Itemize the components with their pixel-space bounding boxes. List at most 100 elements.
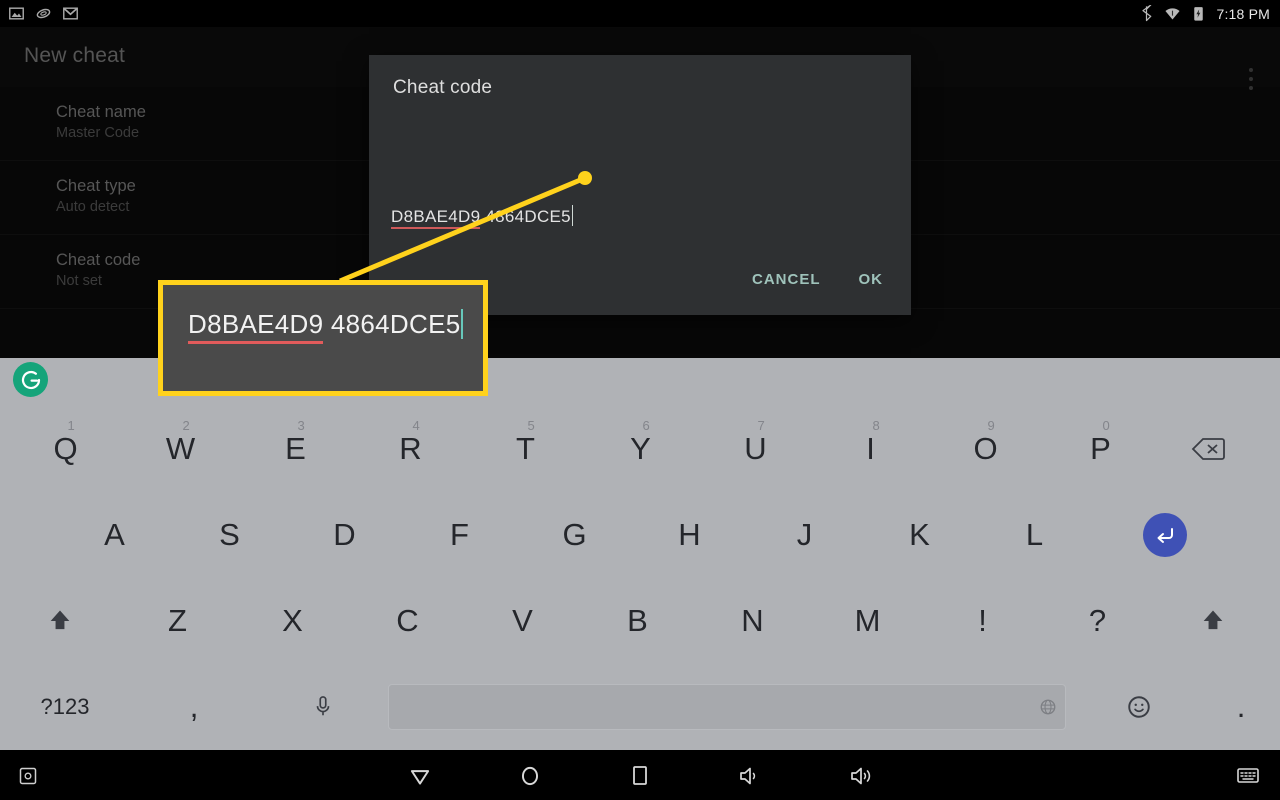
key-o[interactable]: 9O (928, 406, 1043, 492)
on-screen-keyboard: 1Q 2W 3E 4R 5T 6Y 7U 8I 9O 0P A S D F G (0, 358, 1280, 750)
emoji-icon (1127, 696, 1150, 718)
volume-up-button[interactable] (838, 752, 886, 800)
key-j[interactable]: J (747, 492, 862, 578)
key-i[interactable]: 8I (813, 406, 928, 492)
emoji-key[interactable] (1066, 664, 1211, 750)
home-button[interactable] (508, 752, 552, 800)
key-u[interactable]: 7U (698, 406, 813, 492)
key-w[interactable]: 2W (123, 406, 238, 492)
clip-icon (36, 8, 51, 19)
photo-icon (9, 7, 24, 20)
volume-down-icon (740, 767, 756, 785)
key-r[interactable]: 4R (353, 406, 468, 492)
key-z[interactable]: Z (120, 578, 235, 664)
wifi-icon (1165, 8, 1181, 20)
comma-key[interactable]: , (130, 664, 258, 750)
key-hint: 7 (757, 418, 765, 433)
key-label: E (285, 431, 306, 466)
key-x[interactable]: X (235, 578, 350, 664)
screenshot-button[interactable] (8, 752, 48, 800)
battery-charging-icon (1194, 7, 1204, 21)
key-n[interactable]: N (695, 578, 810, 664)
key-hint: 0 (1102, 418, 1110, 433)
key-label: R (399, 431, 422, 466)
key-hint: 3 (297, 418, 305, 433)
volume-down-button[interactable] (728, 752, 772, 800)
key-m[interactable]: M (810, 578, 925, 664)
key-label: P (1090, 431, 1111, 466)
key-d[interactable]: D (287, 492, 402, 578)
key-p[interactable]: 0P (1043, 406, 1158, 492)
cheat-code-input[interactable]: D8BAE4D9 4864DCE5 (391, 205, 889, 229)
key-g[interactable]: G (517, 492, 632, 578)
status-bar-clock: 7:18 PM (1216, 5, 1270, 22)
microphone-key[interactable] (258, 664, 388, 750)
key-label: Q (53, 431, 78, 466)
shift-key-left[interactable] (0, 578, 120, 664)
screenshot-icon (19, 767, 37, 785)
key-l[interactable]: L (977, 492, 1092, 578)
key-label: U (744, 431, 767, 466)
language-switch-icon[interactable] (1039, 698, 1057, 719)
keyboard-row-1: 1Q 2W 3E 4R 5T 6Y 7U 8I 9O 0P (0, 406, 1280, 492)
navigation-bar (0, 752, 1280, 800)
key-a[interactable]: A (57, 492, 172, 578)
key-q[interactable]: 1Q (8, 406, 123, 492)
key-s[interactable]: S (172, 492, 287, 578)
magnified-text: D8BAE4D9 4864DCE5 (188, 309, 464, 344)
key-hint: 2 (182, 418, 190, 433)
key-y[interactable]: 6Y (583, 406, 698, 492)
key-label: I (866, 431, 875, 466)
enter-icon (1157, 528, 1173, 543)
key-label: T (516, 431, 535, 466)
keyboard-row-3: Z X C V B N M ! ? (0, 578, 1280, 664)
magnified-misspelled-token: D8BAE4D9 (188, 309, 324, 344)
enter-key-circle (1142, 513, 1187, 557)
backspace-key[interactable] (1158, 406, 1258, 492)
key-hint: 9 (987, 418, 995, 433)
hide-keyboard-button[interactable] (1226, 752, 1270, 800)
grammarly-icon[interactable] (13, 362, 48, 397)
space-key[interactable] (388, 684, 1066, 730)
globe-icon (1040, 699, 1056, 715)
key-label: Y (630, 431, 651, 466)
cancel-button[interactable]: CANCEL (740, 262, 833, 297)
key-question[interactable]: ? (1040, 578, 1155, 664)
cheat-code-input-value: D8BAE4D9 4864DCE5 (391, 205, 573, 229)
enter-key[interactable] (1092, 492, 1237, 578)
keyboard-row-4: ?123 , . (0, 664, 1280, 750)
keyboard-row-2: A S D F G H J K L (0, 492, 1280, 578)
key-b[interactable]: B (580, 578, 695, 664)
input-value-rest: 4864DCE5 (480, 207, 571, 226)
key-hint: 1 (67, 418, 75, 433)
gmail-icon (63, 7, 78, 20)
recents-button[interactable] (618, 752, 662, 800)
key-label: O (973, 431, 998, 466)
key-t[interactable]: 5T (468, 406, 583, 492)
microphone-icon (316, 696, 330, 716)
key-k[interactable]: K (862, 492, 977, 578)
grammarly-g-glyph (21, 370, 40, 389)
key-h[interactable]: H (632, 492, 747, 578)
key-e[interactable]: 3E (238, 406, 353, 492)
misspelled-token: D8BAE4D9 (391, 207, 481, 229)
key-c[interactable]: C (350, 578, 465, 664)
key-f[interactable]: F (402, 492, 517, 578)
ok-button[interactable]: OK (847, 262, 896, 297)
key-v[interactable]: V (465, 578, 580, 664)
android-screen: 7:18 PM New cheat Cheat name Master Code… (0, 0, 1280, 800)
shift-key-right[interactable] (1155, 578, 1270, 664)
period-key[interactable]: . (1211, 664, 1271, 750)
home-circle-icon (521, 766, 539, 786)
back-button[interactable] (398, 752, 442, 800)
shift-icon (50, 610, 70, 630)
recents-square-icon (633, 766, 647, 785)
shift-icon (1203, 610, 1222, 630)
key-exclamation[interactable]: ! (925, 578, 1040, 664)
symbols-key[interactable]: ?123 (0, 664, 130, 750)
key-hint: 4 (412, 418, 420, 433)
keyboard-icon (1237, 768, 1259, 783)
back-triangle-icon (410, 770, 430, 785)
key-hint: 5 (527, 418, 535, 433)
dialog-title: Cheat code (393, 77, 493, 98)
